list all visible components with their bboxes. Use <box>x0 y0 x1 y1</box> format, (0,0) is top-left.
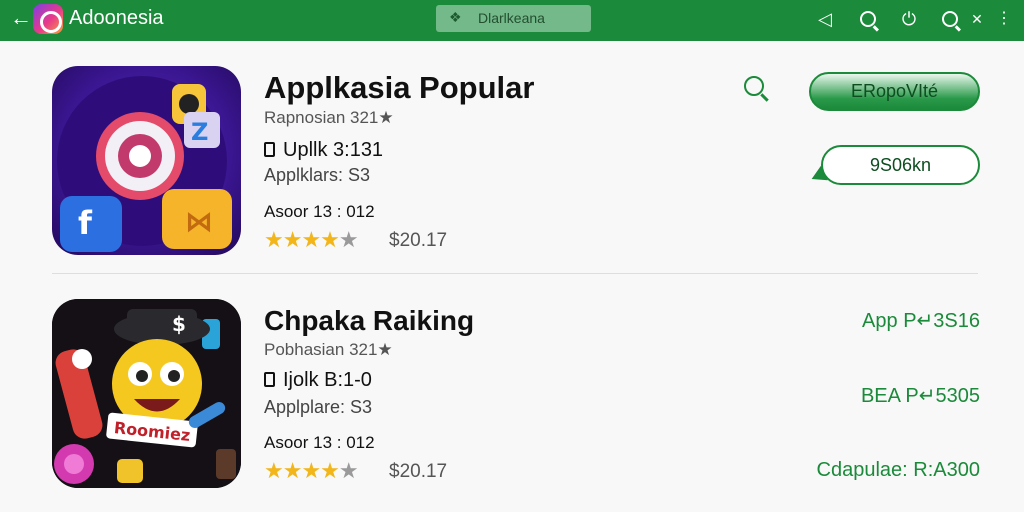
price-2: $20.17 <box>389 461 448 482</box>
side-info-2: BEA P↵5305 <box>860 385 980 407</box>
app-title: Adoonesia <box>69 7 164 29</box>
rating-stars-1: ★★★★★ <box>264 227 359 252</box>
side-info-3: Cdapulae: R:A300 <box>816 459 980 481</box>
search-alt-icon[interactable] <box>937 6 963 32</box>
phone-icon <box>264 372 275 387</box>
app-title-1[interactable]: Applkasia Popular <box>264 70 534 106</box>
svg-text:Z: Z <box>191 118 208 146</box>
app-size-2: Ijolk B:1-0 <box>264 369 372 391</box>
secondary-button[interactable]: 9S06kn <box>821 145 980 185</box>
share-icon[interactable]: ◁ <box>812 6 838 32</box>
search-input[interactable]: ❖ Dlarlkeana <box>436 5 591 32</box>
divider <box>52 273 978 274</box>
app-meta-1: Asoor 13 : 012 <box>264 202 375 221</box>
side-info-1: App P↵3S16 <box>862 310 980 332</box>
app-subtitle-1: Rapnosian 321★ <box>264 108 394 127</box>
svg-text:⋈: ⋈ <box>185 205 213 238</box>
search-icon[interactable] <box>742 74 772 104</box>
app-icon-popular[interactable]: Z ⋈ f <box>52 66 241 255</box>
app-logo-icon <box>33 4 63 34</box>
rating-stars-2: ★★★★★ <box>264 458 359 483</box>
price-1: $20.17 <box>389 230 448 251</box>
leaf-icon: ❖ <box>449 9 462 25</box>
app-icon-raiking[interactable]: $ Roomiez <box>52 299 241 488</box>
top-bar: ← Adoonesia ❖ Dlarlkeana ◁ ⏻ ✕ ⋮ <box>0 0 1024 41</box>
close-icon[interactable]: ✕ <box>964 6 990 32</box>
search-icon[interactable] <box>855 6 881 32</box>
more-icon[interactable]: ⋮ <box>991 6 1017 32</box>
svg-text:f: f <box>78 204 93 242</box>
app-size-1: Upllk 3:131 <box>264 139 383 161</box>
search-input-text: Dlarlkeana <box>478 10 545 26</box>
app-category-1: Applklars: S3 <box>264 165 371 185</box>
app-meta-2: Asoor 13 : 012 <box>264 433 375 452</box>
back-icon[interactable]: ← <box>10 6 32 32</box>
svg-text:$: $ <box>172 312 186 336</box>
primary-button[interactable]: ERopoVIté <box>809 72 980 111</box>
phone-icon <box>264 142 275 157</box>
power-icon[interactable]: ⏻ <box>896 6 922 32</box>
app-subtitle-2: Pobhasian 321★ <box>264 340 393 359</box>
app-title-2[interactable]: Chpaka Raiking <box>264 303 474 339</box>
app-category-2: Applplare: S3 <box>264 397 373 417</box>
